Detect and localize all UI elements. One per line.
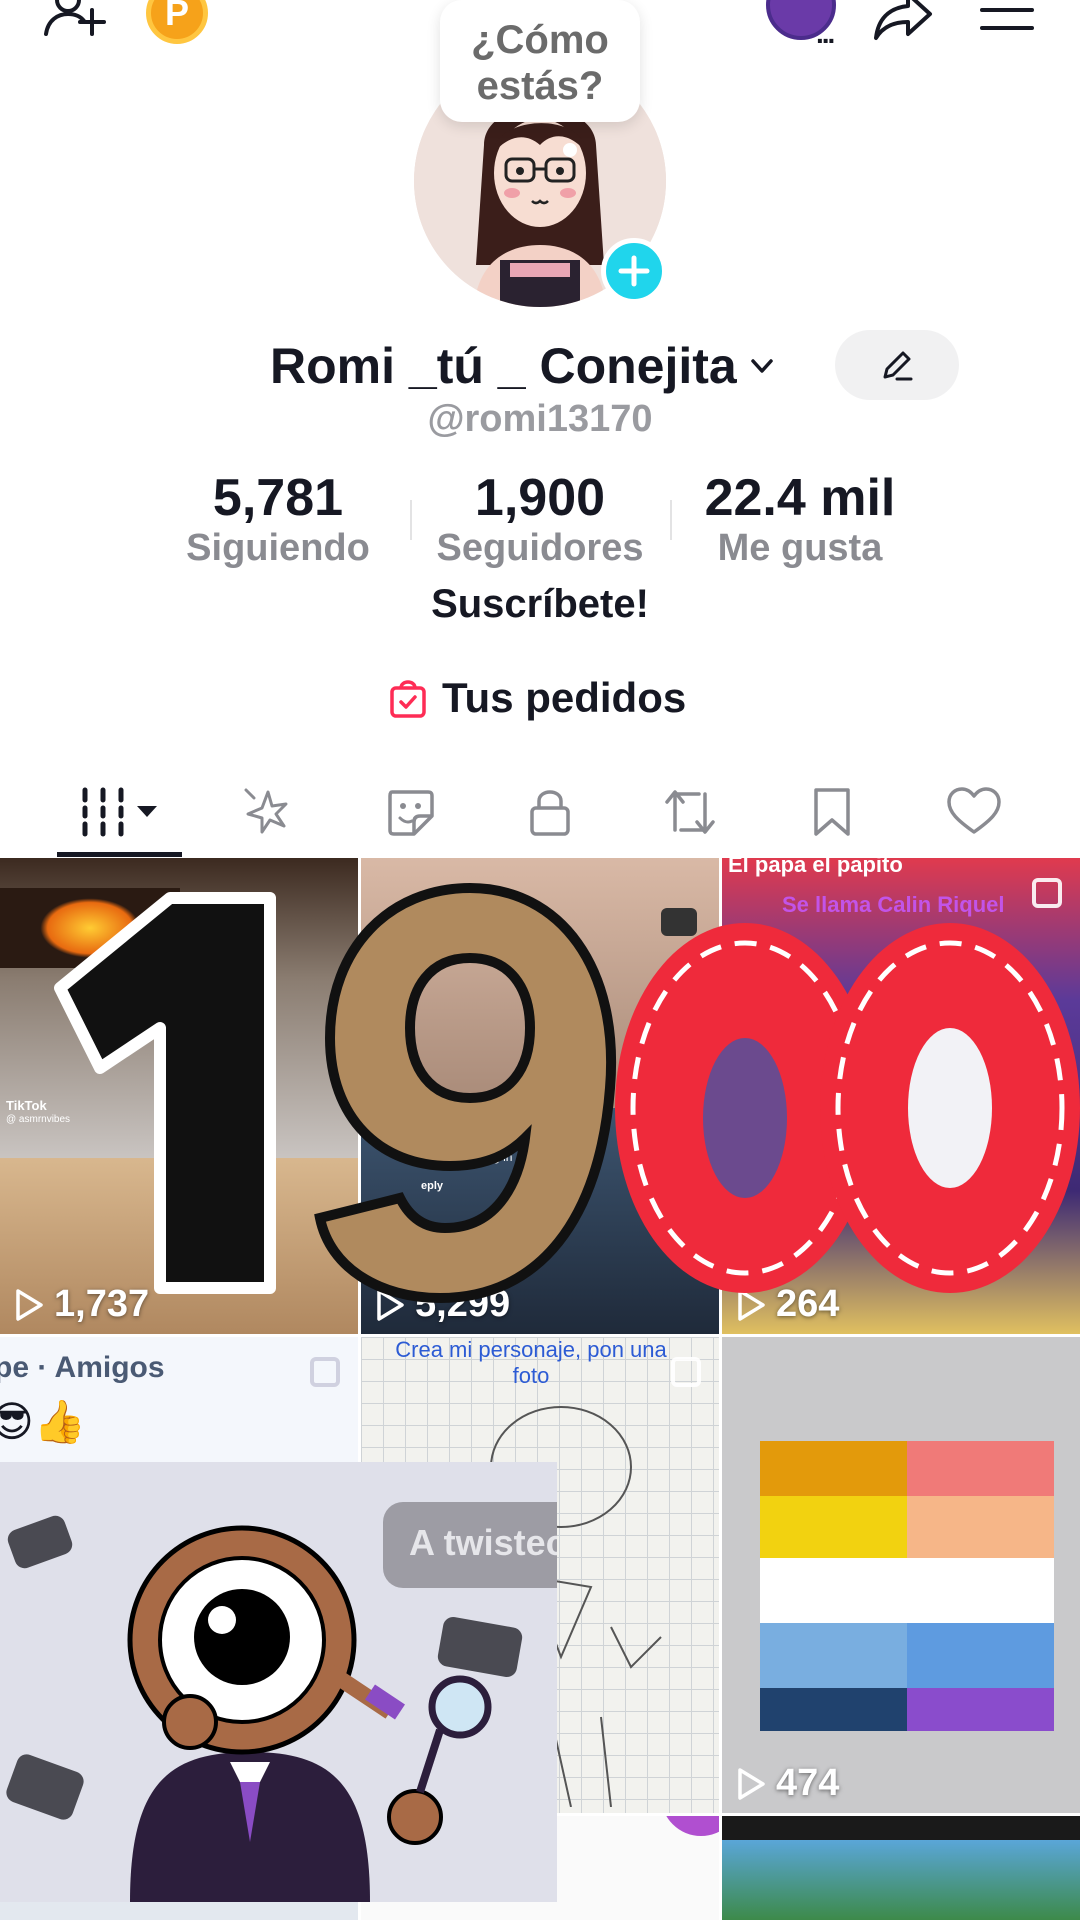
tab-effects[interactable] (208, 770, 328, 854)
divider (410, 500, 412, 540)
sticker-icon (388, 790, 434, 836)
sparkle-icon (244, 788, 288, 834)
play-icon (377, 1288, 404, 1321)
menu-icon[interactable] (980, 0, 1034, 40)
username: @romi13170 (427, 398, 653, 440)
divider (670, 500, 672, 540)
view-count: 5,299 (375, 1283, 510, 1326)
bookmark-icon (814, 788, 850, 836)
video-thumbnail[interactable] (722, 1816, 1080, 1920)
repost-icon (665, 790, 715, 834)
view-count-value: 1,737 (54, 1283, 150, 1325)
sticker-button: A twistec (383, 1502, 557, 1588)
play-icon (16, 1288, 43, 1321)
video-caption: TikTok (6, 1098, 47, 1113)
shopping-bag-icon (390, 680, 426, 718)
video-subcaption: El papa el papito (728, 858, 903, 877)
tab-stickers[interactable] (350, 770, 470, 854)
orders-link[interactable]: Tus pedidos (388, 670, 686, 726)
play-icon (738, 1288, 765, 1321)
pencil-icon (883, 351, 913, 381)
stat-following[interactable]: 5,781 Siguiendo (178, 468, 378, 568)
view-count-value: 474 (776, 1762, 840, 1804)
stat-label: Seguidores (436, 527, 644, 569)
view-count: 264 (736, 1283, 839, 1326)
active-tab-indicator (57, 852, 182, 857)
stats-row: 5,781 Siguiendo 1,900 Seguidores 22.4 mi… (0, 468, 1080, 568)
add-story-button[interactable] (601, 238, 667, 304)
tab-private[interactable] (490, 770, 610, 854)
tab-liked[interactable] (914, 770, 1034, 854)
orders-label: Tus pedidos (442, 674, 687, 721)
stat-value: 22.4 mil (704, 469, 896, 527)
video-thumbnail[interactable]: TikTok @ asmrnvibes 1,737 (0, 858, 358, 1334)
multi-photo-icon (671, 1357, 701, 1387)
tab-reposts[interactable] (630, 770, 750, 854)
multi-photo-icon (310, 1357, 340, 1387)
content-tabs (0, 770, 1080, 860)
stat-label: Siguiendo (186, 527, 370, 569)
character-sticker: A twistec (0, 1462, 557, 1902)
grid-icon (82, 787, 157, 837)
video-subcaption: eply (421, 1180, 444, 1192)
view-count-value: 264 (776, 1283, 840, 1325)
chevron-down-icon[interactable] (745, 349, 779, 383)
view-count: 1,737 (14, 1283, 149, 1326)
bio: Suscríbete! (431, 582, 649, 626)
stat-value: 5,781 (212, 469, 344, 527)
stat-likes[interactable]: 22.4 mil Me gusta (690, 468, 910, 568)
note-bubble[interactable]: ¿Cómo estás? (440, 0, 640, 122)
display-name-row[interactable]: Romi _tú _ Conejita (270, 335, 779, 397)
video-thumbnail[interactable]: 474 (722, 1337, 1080, 1813)
bubble-tail (563, 143, 577, 157)
more-dots: ... (816, 18, 835, 49)
play-icon (738, 1767, 765, 1800)
note-bubble-text: ¿Cómo estás? (471, 18, 609, 108)
stat-followers[interactable]: 1,900 Seguidores (430, 468, 650, 568)
video-caption: pe · Amigos (0, 1351, 165, 1384)
heart-icon (947, 787, 1001, 834)
view-count: 474 (736, 1762, 839, 1805)
video-subcaption: @ asmrnvibes (6, 1114, 71, 1125)
display-name: Romi _tú _ Conejita (270, 338, 737, 394)
tab-videos[interactable] (60, 770, 180, 854)
video-thumbnail[interactable]: Lets make hot dog in eply 5,299 (361, 858, 719, 1334)
add-friend-icon[interactable] (40, 0, 110, 46)
tab-favorites[interactable] (772, 770, 892, 854)
plus-icon (618, 255, 650, 287)
share-icon[interactable] (872, 0, 934, 42)
emoji-row: 😎👍 (0, 1398, 87, 1445)
coins-icon[interactable]: P (146, 0, 208, 44)
lock-icon (530, 790, 570, 836)
multi-photo-icon (1032, 878, 1062, 908)
video-caption: Lets make hot dog in (401, 1150, 513, 1164)
sticker-text: A twistec (409, 1522, 557, 1563)
edit-profile-button[interactable] (835, 330, 959, 400)
video-thumbnail[interactable]: El papa el papito Se llama Calin Riquel … (722, 858, 1080, 1334)
stat-value: 1,900 (474, 469, 606, 527)
stat-label: Me gusta (717, 527, 883, 569)
video-grid: TikTok @ asmrnvibes 1,737 Lets make hot … (0, 858, 1080, 1920)
view-count-value: 5,299 (415, 1283, 511, 1325)
video-caption: Se llama Calin Riquel (782, 892, 1005, 917)
